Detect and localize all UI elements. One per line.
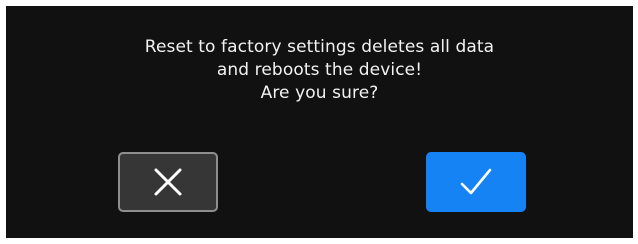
- message-line-2: and reboots the device!: [216, 60, 423, 80]
- confirmation-message: Reset to factory settings deletes all da…: [6, 36, 633, 105]
- close-icon: [153, 167, 183, 197]
- cancel-button[interactable]: [118, 152, 218, 212]
- checkmark-icon: [459, 167, 493, 197]
- message-line-3: Are you sure?: [260, 83, 379, 103]
- confirm-button[interactable]: [426, 152, 526, 212]
- message-line-1: Reset to factory settings deletes all da…: [144, 37, 495, 57]
- factory-reset-dialog: Reset to factory settings deletes all da…: [6, 6, 633, 238]
